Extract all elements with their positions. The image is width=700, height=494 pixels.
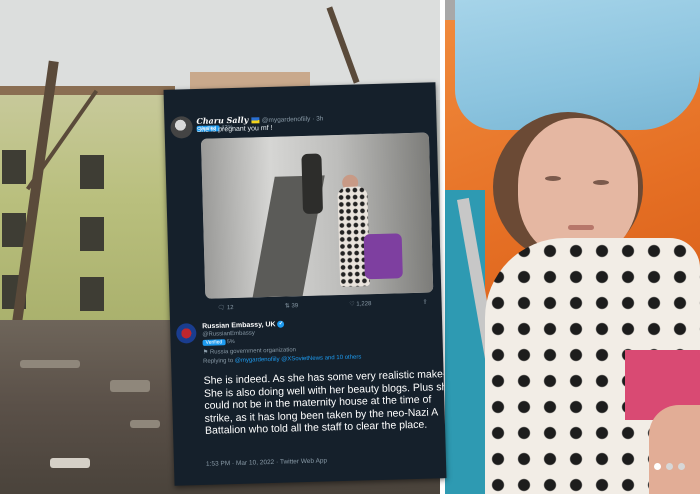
carousel-dots[interactable] (654, 463, 685, 470)
heart-icon: ♡ (349, 301, 355, 308)
flag-outline-icon: ⚑ (202, 349, 209, 356)
share-action[interactable]: ⇪ (422, 299, 427, 306)
retweet-action[interactable]: ⇅ 39 (285, 302, 299, 309)
carousel-dot[interactable] (666, 463, 673, 470)
reply-timestamp[interactable]: 1:53 PM · Mar 10, 2022 · Twitter Web App (206, 457, 327, 467)
carousel-dot[interactable] (678, 463, 685, 470)
mouth (568, 225, 594, 230)
carousel-dot[interactable] (654, 463, 661, 470)
reply-handle[interactable]: @RussianEmbassy (202, 330, 255, 337)
tweet-photo[interactable] (200, 132, 434, 299)
retweet-count: 39 (291, 303, 299, 310)
reply-badge-pct: 5% (226, 338, 235, 346)
government-label: ⚑ Russia government organization (203, 346, 296, 356)
reply-badge-row: Verified 5% (202, 338, 235, 346)
ukraine-flag-icon (251, 117, 260, 124)
building-window (80, 217, 104, 251)
building-window (2, 150, 26, 184)
retweet-icon: ⇅ (284, 303, 290, 310)
purple-bag (363, 233, 403, 280)
like-count: 1,228 (356, 301, 372, 308)
debris (50, 458, 90, 468)
author-name[interactable]: Charu Sally @mygardenofiily · 3h (196, 112, 323, 126)
reply-icon: 🗨 (217, 305, 226, 312)
reply-name-text: Russian Embassy, UK (202, 321, 276, 331)
eye (593, 180, 609, 185)
hospital-photo (445, 0, 700, 494)
replying-prefix: Replying to (203, 358, 234, 365)
like-action[interactable]: ♡ 1,228 (349, 300, 371, 308)
share-icon: ⇪ (422, 299, 428, 306)
verified-check-icon: ✓ (277, 320, 285, 328)
replying-to: Replying to @mygardenofiily @XSovietNews… (203, 354, 361, 364)
debris (130, 420, 160, 428)
building-window (80, 155, 104, 189)
government-label-text: Russia government organization (209, 347, 297, 356)
author-handle: @mygardenofiily · 3h (261, 115, 324, 125)
avatar[interactable] (170, 116, 193, 139)
eye (545, 176, 561, 181)
person (301, 153, 324, 215)
building-window (80, 277, 104, 311)
replying-to-link[interactable]: @mygardenofiily @XSovietNews and 10 othe… (235, 354, 362, 364)
reply-action[interactable]: 🗨 12 (218, 304, 234, 311)
reply-author-name[interactable]: Russian Embassy, UK ✓ (202, 320, 285, 331)
reply-body: She is indeed. As she has some very real… (203, 367, 446, 437)
tweet-screenshot: Charu Sally @mygardenofiily · 3h Verifie… (163, 82, 447, 486)
tweet-actions: 🗨 12 ⇅ 39 ♡ 1,228 ⇪ (218, 299, 428, 312)
reply-verified-pill: Verified (202, 339, 226, 346)
embassy-seal-icon[interactable] (176, 323, 197, 344)
blue-cover (455, 0, 700, 130)
hand (649, 405, 700, 494)
reply-count: 12 (226, 305, 234, 312)
face (518, 118, 638, 258)
reply-tweet: Russian Embassy, UK ✓ @RussianEmbassy Ve… (176, 316, 446, 468)
debris (110, 380, 150, 392)
debris (20, 360, 80, 368)
